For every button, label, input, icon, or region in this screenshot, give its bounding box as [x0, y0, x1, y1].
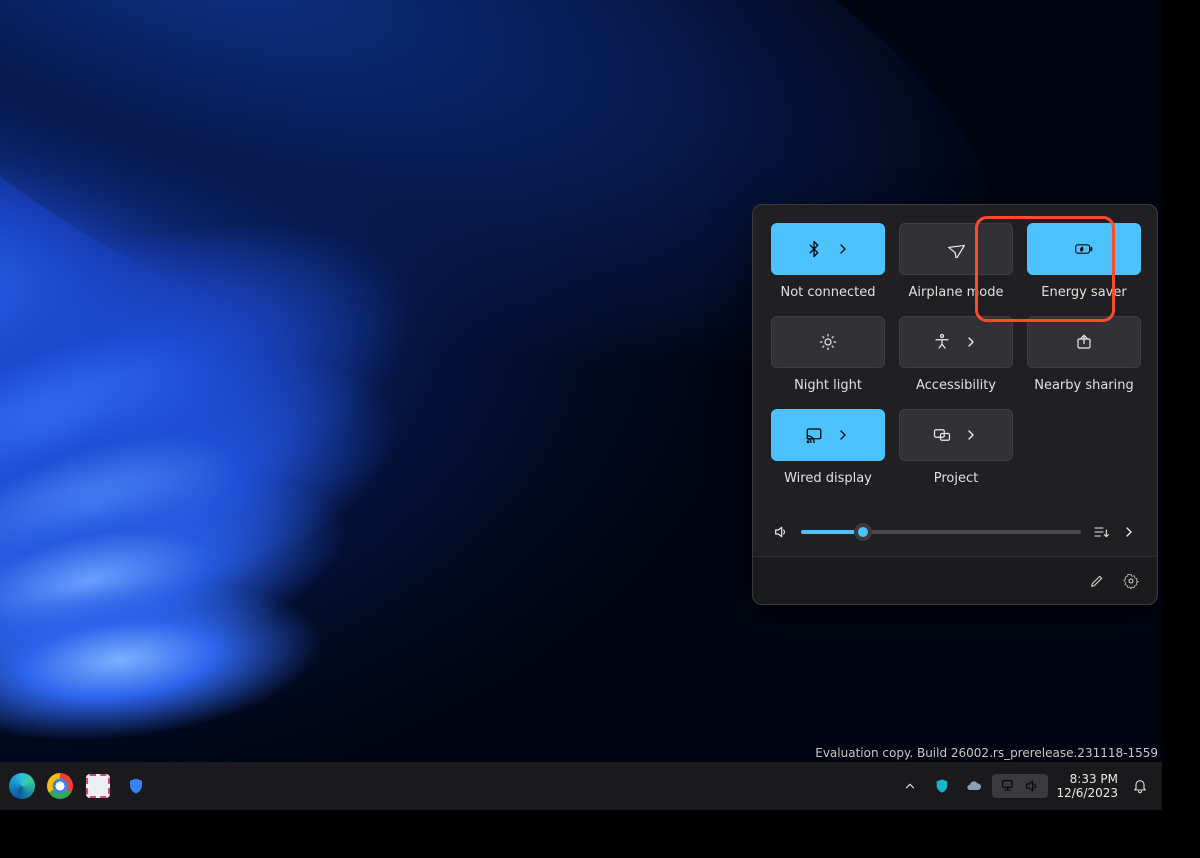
tile-label: Not connected [781, 285, 876, 300]
chevron-right-icon[interactable] [835, 427, 851, 443]
taskbar-app-chrome[interactable] [46, 772, 74, 800]
network-icon [1000, 778, 1016, 794]
tile-bluetooth: Not connected [771, 223, 885, 300]
settings-icon[interactable] [1123, 573, 1139, 589]
tray-network-volume-group[interactable] [992, 774, 1048, 798]
tray-notifications-icon[interactable] [1126, 772, 1154, 800]
bluetooth-toggle[interactable] [771, 223, 885, 275]
taskbar: 8:33 PM 12/6/2023 [0, 762, 1162, 810]
chevron-right-icon[interactable] [963, 334, 979, 350]
quick-settings-panel: Not connected Airplane mode Energy saver [752, 204, 1158, 605]
speaker-icon [1024, 778, 1040, 794]
taskbar-app-edge[interactable] [8, 772, 36, 800]
taskbar-clock[interactable]: 8:33 PM 12/6/2023 [1052, 770, 1122, 802]
bluetooth-icon [805, 240, 823, 258]
chevron-right-icon[interactable] [963, 427, 979, 443]
project-toggle[interactable] [899, 409, 1013, 461]
chevron-right-icon[interactable] [835, 241, 851, 257]
shield-icon [934, 778, 950, 794]
battery-leaf-icon [1075, 240, 1093, 258]
taskbar-app-windows-security[interactable] [122, 772, 150, 800]
wired-display-toggle[interactable] [771, 409, 885, 461]
chevron-up-icon [903, 779, 917, 793]
speaker-icon[interactable] [773, 524, 789, 540]
taskbar-date: 12/6/2023 [1056, 786, 1118, 800]
bell-icon [1132, 778, 1148, 794]
energy-saver-toggle[interactable] [1027, 223, 1141, 275]
tile-night-light: Night light [771, 316, 885, 393]
shield-icon [127, 777, 145, 795]
accessibility-icon [933, 333, 951, 351]
tile-label: Airplane mode [909, 285, 1004, 300]
tile-nearby-sharing: Nearby sharing [1027, 316, 1141, 393]
tile-project: Project [899, 409, 1013, 486]
tile-label: Wired display [784, 471, 872, 486]
cast-icon [805, 426, 823, 444]
tray-security-icon[interactable] [928, 772, 956, 800]
night-light-toggle[interactable] [771, 316, 885, 368]
audio-output-icon[interactable] [1093, 524, 1109, 540]
tile-label: Energy saver [1041, 285, 1126, 300]
edit-icon[interactable] [1089, 573, 1105, 589]
accessibility-toggle[interactable] [899, 316, 1013, 368]
tile-label: Project [934, 471, 978, 486]
share-icon [1075, 333, 1093, 351]
tray-overflow-chevron[interactable] [896, 772, 924, 800]
cloud-icon [966, 778, 982, 794]
brightness-icon [819, 333, 837, 351]
tile-label: Accessibility [916, 378, 996, 393]
volume-row [771, 518, 1139, 544]
chevron-right-icon[interactable] [1121, 524, 1137, 540]
tray-onedrive-icon[interactable] [960, 772, 988, 800]
volume-slider[interactable] [801, 530, 1081, 534]
project-icon [933, 426, 951, 444]
windows-build-watermark: Evaluation copy. Build 26002.rs_prerelea… [815, 746, 1158, 760]
airplane-icon [947, 240, 965, 258]
tile-wired-display: Wired display [771, 409, 885, 486]
tile-accessibility: Accessibility [899, 316, 1013, 393]
tile-label: Nearby sharing [1034, 378, 1134, 393]
tile-airplane-mode: Airplane mode [899, 223, 1013, 300]
taskbar-time: 8:33 PM [1056, 772, 1118, 786]
nearby-sharing-toggle[interactable] [1027, 316, 1141, 368]
tile-energy-saver: Energy saver [1027, 223, 1141, 300]
quick-settings-footer [753, 556, 1157, 604]
quick-settings-grid: Not connected Airplane mode Energy saver [771, 223, 1139, 486]
tile-label: Night light [794, 378, 862, 393]
airplane-mode-toggle[interactable] [899, 223, 1013, 275]
taskbar-app-snipping-tool[interactable] [84, 772, 112, 800]
